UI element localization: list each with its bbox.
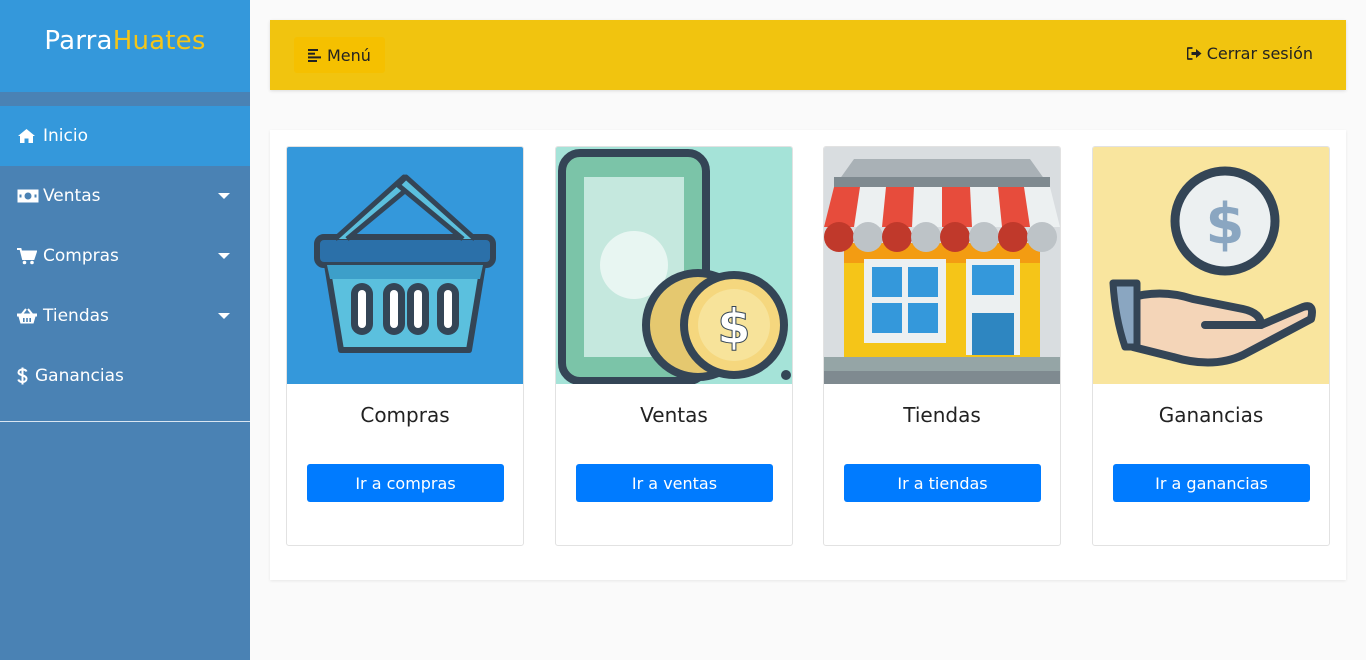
sidebar-item-label: Ganancias (35, 366, 124, 386)
sidebar: ParraHuates Inicio Ventas Compras Tienda… (0, 0, 250, 660)
basket-illustration (287, 147, 523, 384)
basket-icon (17, 308, 39, 324)
align-left-icon (308, 48, 322, 62)
sidebar-item-tiendas[interactable]: Tiendas (0, 286, 250, 346)
sidebar-item-label: Compras (43, 246, 119, 266)
hand-coin-illustration: $ (1093, 147, 1329, 384)
phone-coins-illustration: $ (556, 147, 792, 384)
logout-link[interactable]: Cerrar sesión (1186, 44, 1313, 63)
svg-text:$: $ (717, 299, 750, 355)
svg-text:$: $ (1206, 192, 1245, 257)
sidebar-item-inicio[interactable]: Inicio (0, 106, 250, 166)
brand-name-part2: Huates (112, 26, 206, 56)
shopping-cart-icon (17, 247, 39, 265)
dashboard-panel: Compras Ir a compras $ Ventas Ir a venta… (270, 130, 1346, 580)
brand-strip (0, 92, 250, 106)
home-icon (17, 128, 39, 144)
card-title: Ganancias (1158, 403, 1264, 427)
card-title: Ventas (640, 403, 708, 427)
sidebar-divider (0, 421, 250, 422)
card-tiendas: Tiendas Ir a tiendas (823, 146, 1061, 546)
sidebar-item-ventas[interactable]: Ventas (0, 166, 250, 226)
sidebar-item-compras[interactable]: Compras (0, 226, 250, 286)
sidebar-item-label: Inicio (43, 126, 88, 146)
chevron-down-icon (218, 253, 230, 259)
chevron-down-icon (218, 193, 230, 199)
card-compras: Compras Ir a compras (286, 146, 524, 546)
sidebar-item-ganancias[interactable]: Ganancias (0, 346, 250, 406)
logout-label: Cerrar sesión (1206, 44, 1313, 63)
menu-toggle-button[interactable]: Menú (294, 37, 385, 73)
brand-logo[interactable]: ParraHuates (0, 0, 250, 92)
menu-label: Menú (327, 45, 371, 65)
brand-name-part1: Parra (44, 26, 113, 56)
go-tiendas-button[interactable]: Ir a tiendas (844, 464, 1041, 502)
top-navbar: Menú Cerrar sesión (270, 20, 1346, 90)
sidebar-nav: Inicio Ventas Compras Tiendas Ganancias (0, 106, 250, 406)
money-bill-icon (17, 189, 39, 203)
dollar-icon (17, 367, 31, 385)
card-title: Tiendas (903, 403, 981, 427)
store-illustration (824, 147, 1060, 384)
go-compras-button[interactable]: Ir a compras (307, 464, 504, 502)
card-title: Compras (360, 403, 450, 427)
sidebar-item-label: Ventas (43, 186, 101, 206)
sign-out-icon (1186, 47, 1202, 60)
go-ganancias-button[interactable]: Ir a ganancias (1113, 464, 1310, 502)
card-ventas: $ Ventas Ir a ventas (555, 146, 793, 546)
chevron-down-icon (218, 313, 230, 319)
card-ganancias: $ Ganancias Ir a ganancias (1092, 146, 1330, 546)
go-ventas-button[interactable]: Ir a ventas (576, 464, 773, 502)
sidebar-item-label: Tiendas (43, 306, 109, 326)
